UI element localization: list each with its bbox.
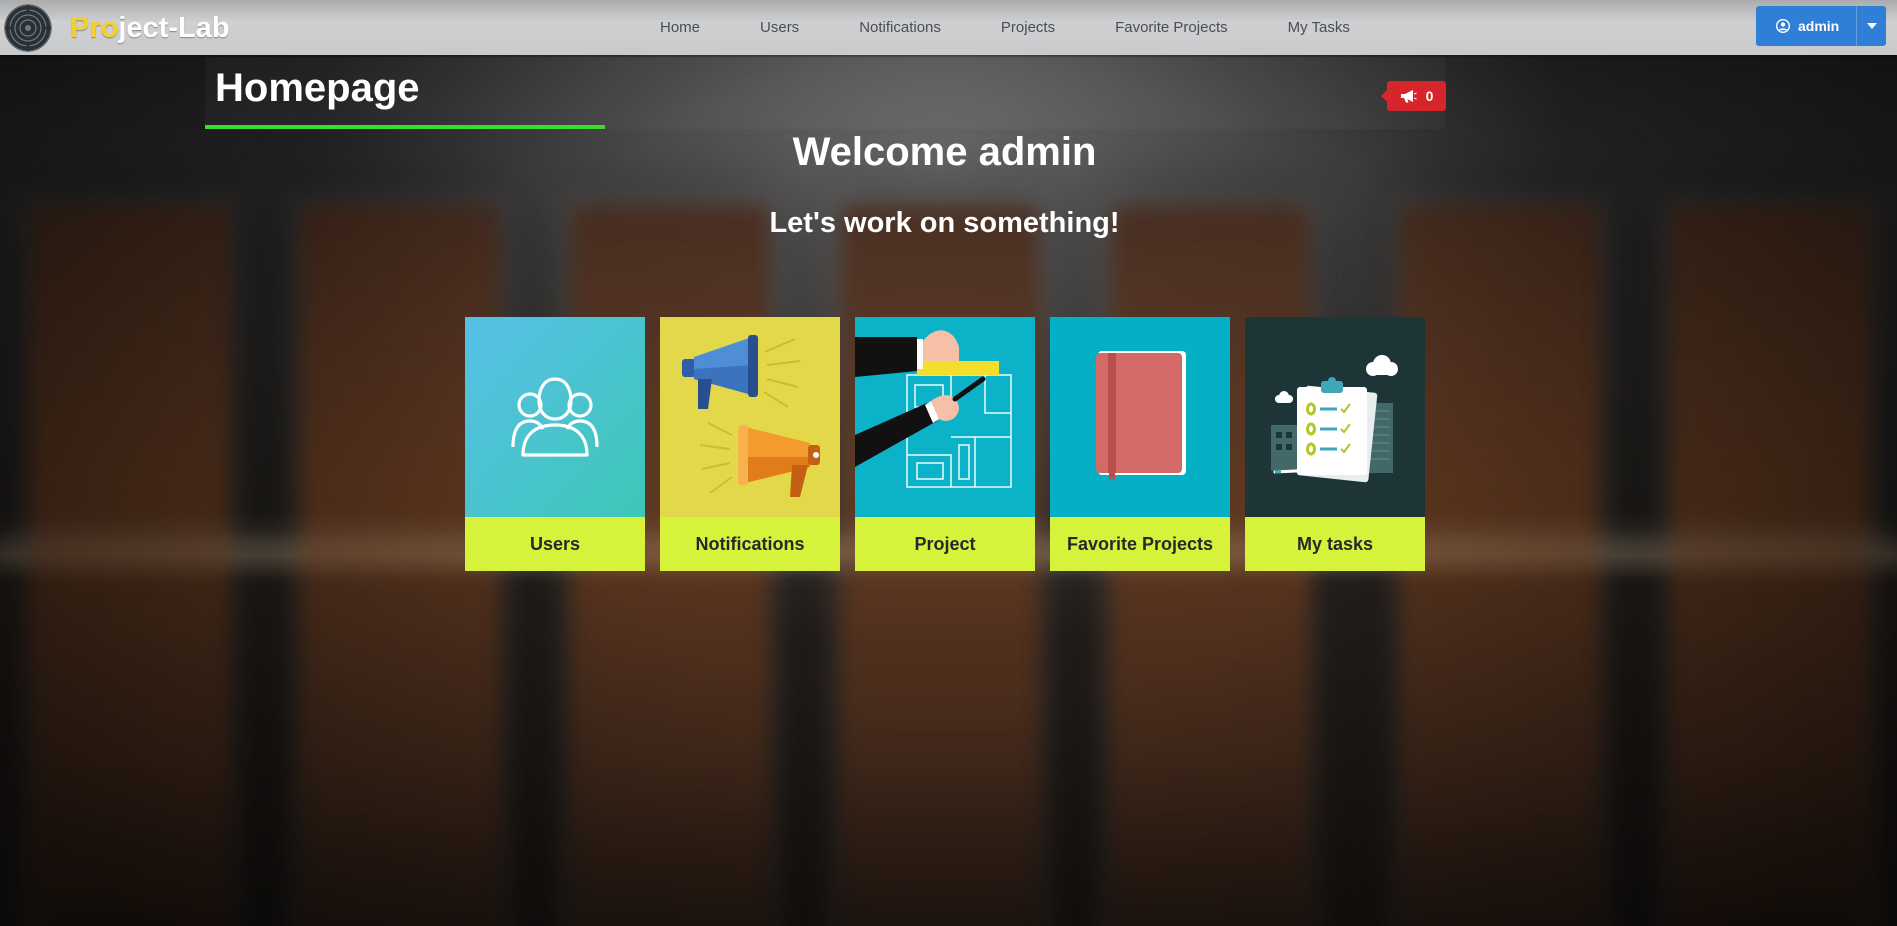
nav-link-favorite-projects[interactable]: Favorite Projects	[1115, 19, 1228, 36]
card-notifications-label: Notifications	[660, 517, 840, 571]
user-menu-button[interactable]: admin	[1756, 6, 1886, 46]
checklist-icon	[1245, 317, 1425, 517]
page-title: Homepage	[215, 66, 420, 110]
nav-link-my-tasks[interactable]: My Tasks	[1288, 19, 1350, 36]
notifications-badge[interactable]: 0	[1381, 81, 1446, 111]
card-users[interactable]: Users	[465, 317, 645, 571]
nav-link-home[interactable]: Home	[660, 19, 700, 36]
user-menu-label: admin	[1798, 18, 1840, 34]
nav-link-notifications[interactable]: Notifications	[859, 19, 941, 36]
brand-prefix: Pro	[70, 12, 119, 44]
brand-name[interactable]: Project-Lab	[70, 8, 230, 48]
user-menu-main[interactable]: admin	[1756, 6, 1856, 46]
welcome-subheading: Let's work on something!	[769, 207, 1120, 239]
top-navbar: Project-Lab Home Users Notifications Pro…	[0, 0, 1897, 55]
users-group-icon	[465, 317, 645, 517]
megaphone-icon	[1400, 90, 1417, 103]
card-users-label: Users	[465, 517, 645, 571]
card-my-tasks[interactable]: My tasks	[1245, 317, 1425, 571]
caret-down-icon	[1866, 23, 1877, 29]
main-nav: Home Users Notifications Projects Favori…	[660, 0, 1350, 55]
notifications-count: 0	[1425, 88, 1434, 104]
megaphone-icon	[660, 317, 840, 517]
user-circle-icon	[1776, 19, 1790, 33]
logo-icon[interactable]	[4, 4, 52, 52]
card-project-label: Project	[855, 517, 1035, 571]
user-menu-toggle[interactable]	[1856, 6, 1886, 46]
card-project[interactable]: Project	[855, 317, 1035, 571]
title-underline	[205, 125, 605, 129]
card-my-tasks-label: My tasks	[1245, 517, 1425, 571]
brand-rest: ject-Lab	[118, 12, 230, 44]
card-notifications[interactable]: Notifications	[660, 317, 840, 571]
blueprint-icon	[855, 317, 1035, 517]
welcome-heading: Welcome admin	[792, 130, 1097, 174]
notebook-icon	[1050, 317, 1230, 517]
card-favorite-projects[interactable]: Favorite Projects	[1050, 317, 1230, 571]
nav-link-users[interactable]: Users	[760, 19, 799, 36]
nav-link-projects[interactable]: Projects	[1001, 19, 1055, 36]
card-favorite-projects-label: Favorite Projects	[1050, 517, 1230, 571]
